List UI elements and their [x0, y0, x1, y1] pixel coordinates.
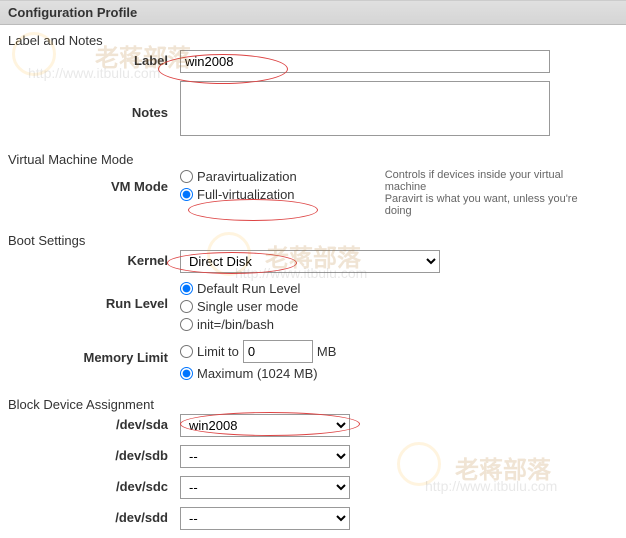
radio-fullvirt-input[interactable] — [180, 188, 193, 201]
radio-fullvirt-label: Full-virtualization — [197, 187, 295, 202]
radio-paravirt[interactable]: Paravirtualization — [180, 169, 297, 184]
label-input[interactable] — [180, 50, 550, 73]
radio-input[interactable] — [180, 282, 193, 295]
memlimit-mb: MB — [317, 344, 337, 359]
radio-fullvirt[interactable]: Full-virtualization — [180, 187, 297, 202]
radio-label: Limit to — [197, 344, 239, 359]
radio-input[interactable] — [180, 367, 193, 380]
dev-sda-select[interactable]: win2008 — [180, 414, 350, 437]
label-dev-sdd: /dev/sdd — [0, 507, 180, 525]
label-kernel: Kernel — [0, 250, 180, 268]
subsection-block: Block Device Assignment — [0, 389, 626, 414]
subsection-title: Label and Notes — [8, 33, 103, 48]
radio-input[interactable] — [180, 318, 193, 331]
label-memlimit: Memory Limit — [0, 340, 180, 365]
subsection-vmmode: Virtual Machine Mode — [0, 144, 626, 169]
label-runlevel: Run Level — [0, 281, 180, 311]
label-dev-sdb: /dev/sdb — [0, 445, 180, 463]
label-vmmode: VM Mode — [0, 169, 180, 194]
subsection-title: Boot Settings — [8, 233, 85, 248]
radio-memlimit-max[interactable]: Maximum (1024 MB) — [180, 366, 336, 381]
label-dev-sda: /dev/sda — [0, 414, 180, 432]
subsection-title: Block Device Assignment — [8, 397, 154, 412]
radio-input[interactable] — [180, 345, 193, 358]
dev-sdd-select[interactable]: -- — [180, 507, 350, 530]
radio-label: Single user mode — [197, 299, 298, 314]
radio-runlevel-init[interactable]: init=/bin/bash — [180, 317, 300, 332]
memlimit-input[interactable] — [243, 340, 313, 363]
radio-runlevel-default[interactable]: Default Run Level — [180, 281, 300, 296]
radio-input[interactable] — [180, 300, 193, 313]
label-label: Label — [0, 50, 180, 68]
radio-paravirt-input[interactable] — [180, 170, 193, 183]
radio-label: init=/bin/bash — [197, 317, 274, 332]
kernel-select[interactable]: Direct Disk — [180, 250, 440, 273]
subsection-boot: Boot Settings — [0, 225, 626, 250]
radio-label: Default Run Level — [197, 281, 300, 296]
vmmode-hint2: Paravirt is what you want, unless you're… — [385, 193, 585, 217]
dev-sdc-select[interactable]: -- — [180, 476, 350, 499]
label-dev-sdc: /dev/sdc — [0, 476, 180, 494]
subsection-label-notes: Label and Notes — [0, 25, 626, 50]
radio-paravirt-label: Paravirtualization — [197, 169, 297, 184]
notes-textarea[interactable] — [180, 81, 550, 136]
section-config-profile: Configuration Profile — [0, 0, 626, 25]
subsection-title: Virtual Machine Mode — [8, 152, 134, 167]
dev-sdb-select[interactable]: -- — [180, 445, 350, 468]
radio-label: Maximum (1024 MB) — [197, 366, 318, 381]
vmmode-hint1: Controls if devices inside your virtual … — [385, 169, 585, 193]
radio-memlimit-limitto[interactable]: Limit to MB — [180, 340, 336, 363]
radio-runlevel-single[interactable]: Single user mode — [180, 299, 300, 314]
label-notes: Notes — [0, 81, 180, 120]
